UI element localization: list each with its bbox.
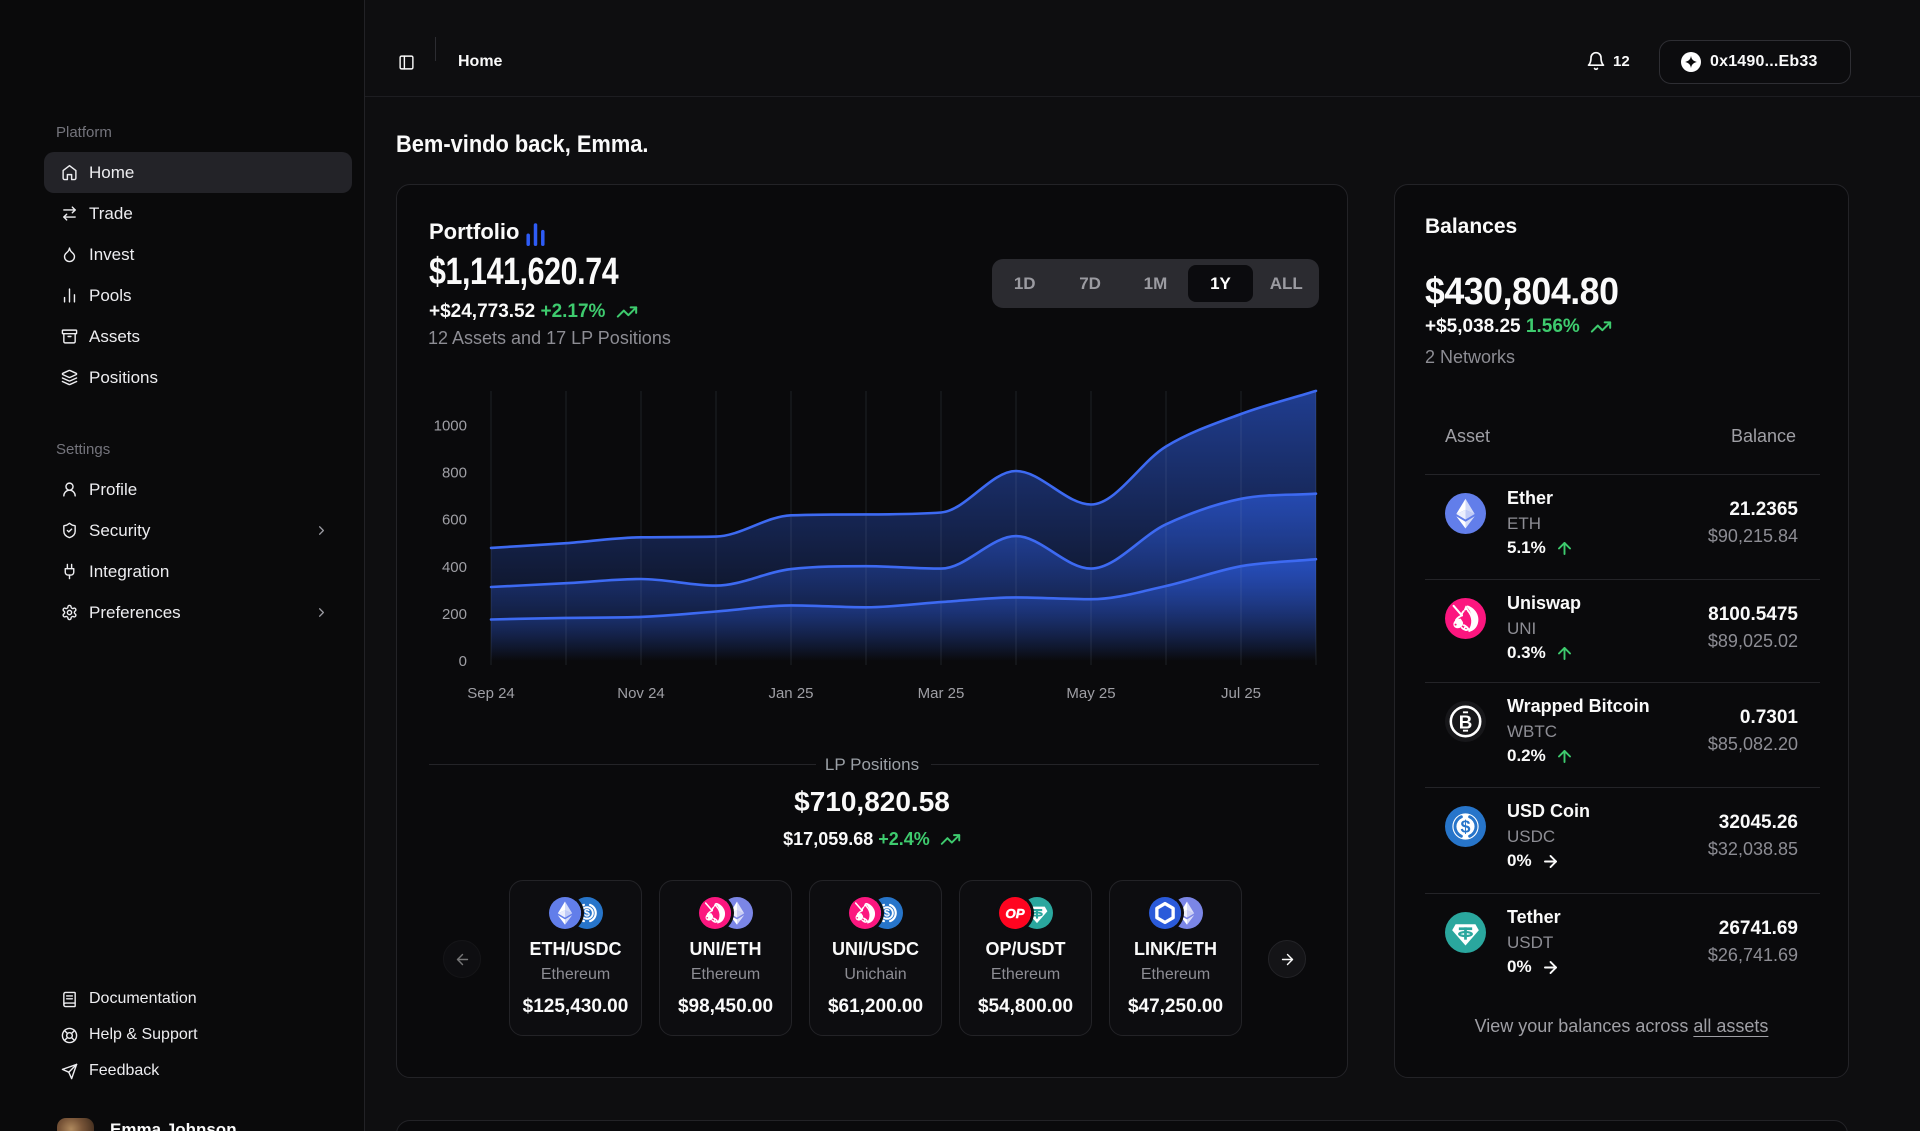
svg-text:600: 600: [442, 512, 467, 529]
svg-text:400: 400: [442, 559, 467, 576]
svg-text:B: B: [1459, 711, 1473, 732]
svg-text:$: $: [584, 908, 590, 920]
svg-text:$: $: [1461, 816, 1471, 836]
svg-text:0: 0: [459, 653, 467, 670]
svg-text:$: $: [884, 908, 890, 920]
svg-text:200: 200: [442, 606, 467, 623]
svg-text:Mar 25: Mar 25: [918, 685, 965, 702]
svg-text:Jul 25: Jul 25: [1221, 685, 1261, 702]
svg-text:800: 800: [442, 465, 467, 482]
svg-text:Sep 24: Sep 24: [467, 685, 515, 702]
svg-text:May 25: May 25: [1066, 685, 1115, 702]
svg-text:OP: OP: [1005, 906, 1024, 921]
svg-text:1000: 1000: [434, 417, 467, 434]
svg-text:Nov 24: Nov 24: [617, 685, 665, 702]
svg-text:Jan 25: Jan 25: [768, 685, 813, 702]
